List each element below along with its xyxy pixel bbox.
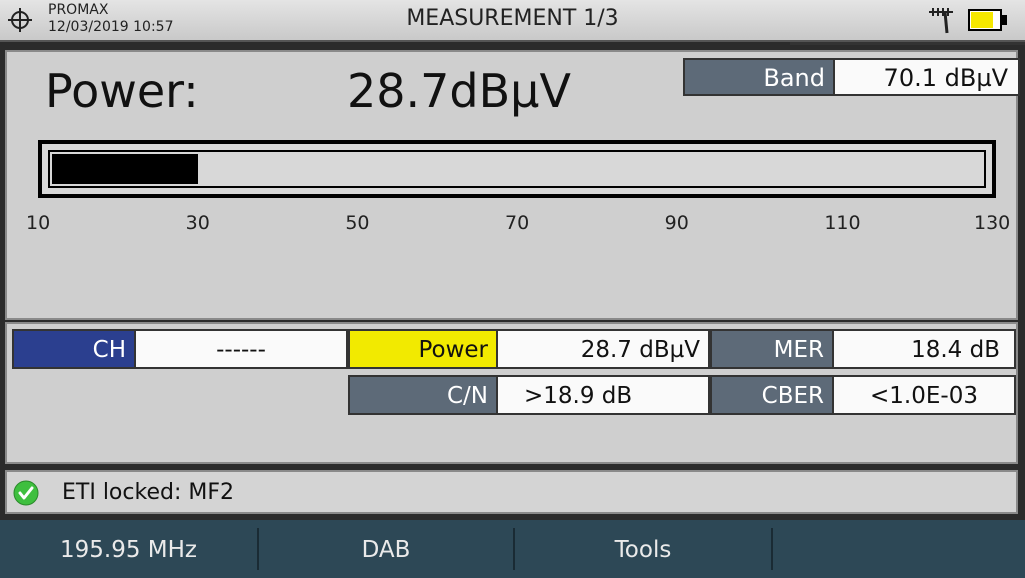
softkey-empty[interactable]: [773, 520, 1025, 578]
scale-tick-label: 10: [26, 212, 51, 234]
battery-level: [971, 12, 993, 28]
cn-value: >18.9 dB: [498, 375, 710, 415]
power-reading: 28.7dBµV: [347, 64, 571, 118]
ch-label: CH: [12, 329, 136, 369]
check-circle-icon: [13, 480, 39, 506]
power-level-bar: [38, 140, 996, 198]
page-title: MEASUREMENT 1/3: [406, 6, 619, 31]
scale-tick-label: 70: [505, 212, 530, 234]
cn-label: C/N: [348, 375, 498, 415]
softkey-dab[interactable]: DAB: [259, 520, 513, 578]
battery-icon: [968, 9, 1002, 31]
power-heading: Power:: [45, 64, 199, 118]
softkey-tools[interactable]: Tools: [515, 520, 771, 578]
scale-tick-label: 110: [824, 212, 861, 234]
cber-value: <1.0E-03: [834, 375, 1016, 415]
scale-tick-label: 130: [974, 212, 1011, 234]
power-panel: Power: 28.7dBµV Band 70.1 dBµV 10 30 50 70 9…: [5, 50, 1020, 320]
power-label: Power: [348, 329, 498, 369]
ch-value: ------: [136, 329, 348, 369]
scale-tick-label: 50: [345, 212, 370, 234]
mer-value: 18.4 dB: [834, 329, 1016, 369]
antenna-icon: [929, 8, 953, 34]
scale-tick-label: 90: [664, 212, 689, 234]
cber-label: CBER: [710, 375, 834, 415]
softkey-frequency[interactable]: 195.95 MHz: [0, 520, 257, 578]
lock-status-bar: ETI locked: MF2: [5, 470, 1018, 514]
lock-status-text: ETI locked: MF2: [62, 480, 234, 505]
scale-tick-label: 30: [185, 212, 210, 234]
battery-tip: [1002, 15, 1007, 25]
header-divider: [790, 42, 1025, 45]
band-label: Band: [683, 58, 835, 96]
power-value: 28.7 dBµV: [498, 329, 710, 369]
power-level-fill: [52, 154, 198, 184]
softkey-bar: 195.95 MHz DAB Tools: [0, 520, 1025, 578]
measurement-grid: CH ------ Power 28.7 dBµV MER 18.4 dB C/…: [5, 322, 1018, 464]
band-value: 70.1 dBµV: [835, 58, 1020, 96]
power-level-track: [48, 150, 986, 188]
mer-label: MER: [710, 329, 834, 369]
title-bar: PROMAX 12/03/2019 10:57 MEASUREMENT 1/3: [0, 0, 1025, 42]
